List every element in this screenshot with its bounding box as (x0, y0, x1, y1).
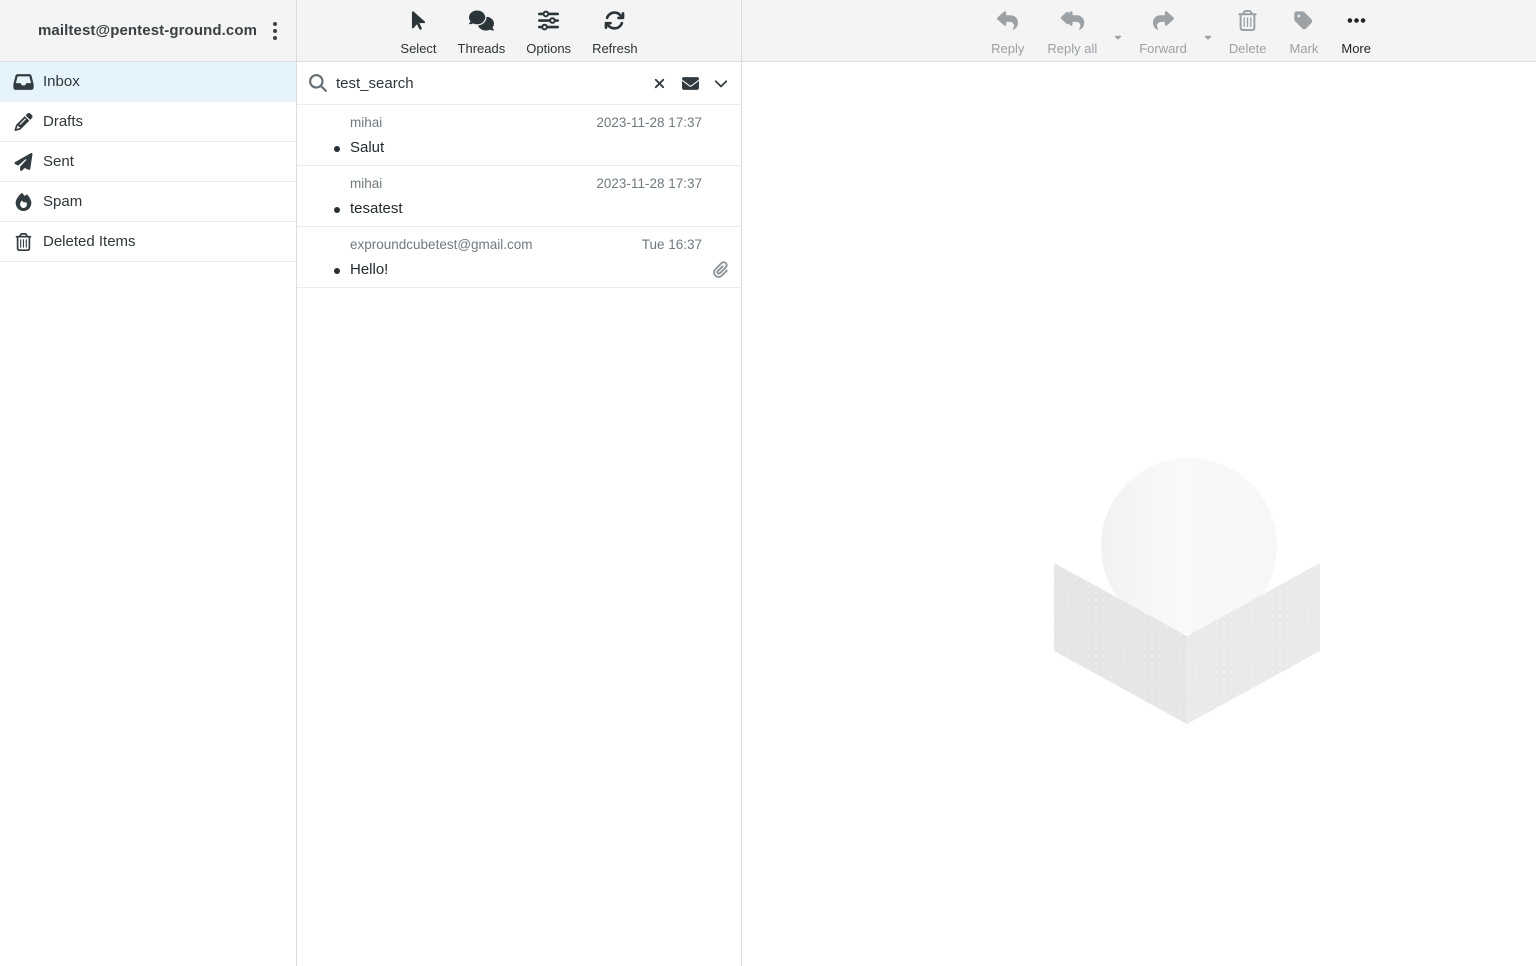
message-subject: tesatest (350, 199, 702, 219)
message-row[interactable]: mihai 2023-11-28 17:37 tesatest (297, 166, 741, 227)
more-button-label: More (1341, 42, 1371, 55)
forward-dropdown-caret-icon[interactable] (1201, 30, 1215, 44)
sidebar-item-label: Spam (43, 193, 82, 210)
search-bar (297, 62, 741, 105)
options-button[interactable]: Options (517, 6, 580, 55)
message-date: 2023-11-28 17:37 (596, 175, 702, 193)
more-button[interactable]: More (1332, 6, 1380, 55)
sidebar-item-inbox[interactable]: Inbox (0, 62, 296, 102)
search-options-chevron-down-icon[interactable] (712, 74, 730, 92)
message-sender: mihai (350, 175, 382, 193)
message-row[interactable]: mihai 2023-11-28 17:37 Salut (297, 105, 741, 166)
search-input[interactable] (336, 75, 641, 92)
unread-dot (334, 207, 340, 213)
mark-button-label: Mark (1289, 42, 1318, 55)
select-button[interactable]: Select (391, 6, 445, 55)
tag-icon (1291, 10, 1316, 36)
reply-all-button[interactable]: Reply all (1038, 6, 1106, 55)
reply-button[interactable]: Reply (982, 6, 1033, 55)
sidebar-item-spam[interactable]: Spam (0, 182, 296, 222)
paperclip-icon (713, 261, 730, 278)
message-date: Tue 16:37 (642, 236, 702, 254)
sidebar-item-label: Deleted Items (43, 233, 136, 250)
sidebar-item-drafts[interactable]: Drafts (0, 102, 296, 142)
message-sender: exproundcubetest@gmail.com (350, 236, 533, 254)
reply-icon (995, 10, 1020, 36)
comments-icon (469, 10, 494, 36)
message-content-pane: Reply Reply all Forward (742, 0, 1536, 966)
message-list: mihai 2023-11-28 17:37 Salut mihai 2023-… (297, 105, 741, 288)
arrows-rotate-icon (602, 10, 627, 36)
arrow-pointer-icon (406, 10, 431, 36)
roundcube-logo-watermark (1052, 458, 1322, 724)
delete-button-label: Delete (1229, 42, 1267, 55)
inbox-icon (12, 72, 34, 92)
clear-search-icon[interactable] (650, 74, 669, 93)
sidebar-item-label: Drafts (43, 113, 83, 130)
ellipsis-icon (1344, 10, 1369, 36)
paper-plane-icon (12, 152, 34, 172)
unread-dot (334, 146, 340, 152)
message-toolbar: Reply Reply all Forward (742, 0, 1536, 62)
account-header: mailtest@pentest-ground.com (0, 0, 296, 62)
fire-icon (12, 192, 34, 212)
account-email: mailtest@pentest-ground.com (38, 22, 264, 39)
threads-button[interactable]: Threads (449, 6, 515, 55)
reply-all-dropdown-caret-icon[interactable] (1111, 30, 1125, 44)
message-sender: mihai (350, 114, 382, 132)
forward-icon (1151, 10, 1176, 36)
message-date: 2023-11-28 17:37 (596, 114, 702, 132)
refresh-button[interactable]: Refresh (583, 6, 647, 55)
refresh-button-label: Refresh (592, 42, 638, 55)
sliders-icon (536, 10, 561, 36)
delete-button[interactable]: Delete (1220, 6, 1276, 55)
mark-button[interactable]: Mark (1280, 6, 1327, 55)
reply-all-icon (1060, 10, 1085, 36)
threads-button-label: Threads (458, 42, 506, 55)
webmail-app: mailtest@pentest-ground.com Inbox Drafts (0, 0, 1536, 966)
message-row[interactable]: exproundcubetest@gmail.com Tue 16:37 Hel… (297, 227, 741, 288)
sidebar-item-label: Sent (43, 153, 74, 170)
message-subject: Salut (350, 138, 702, 158)
sidebar-item-deleted-items[interactable]: Deleted Items (0, 222, 296, 262)
folders-sidebar: mailtest@pentest-ground.com Inbox Drafts (0, 0, 297, 966)
search-icon (309, 74, 327, 92)
folder-list: Inbox Drafts Sent Spam (0, 62, 296, 262)
message-list-column: Select Threads Options Refresh (297, 0, 742, 966)
kebab-vertical-icon[interactable] (264, 16, 286, 46)
select-button-label: Select (400, 42, 436, 55)
trash-icon (12, 232, 34, 252)
forward-button-label: Forward (1139, 42, 1187, 55)
search-scope-envelope-icon[interactable] (678, 73, 703, 94)
message-subject: Hello! (350, 260, 702, 280)
pencil-icon (12, 112, 34, 132)
message-viewer (742, 62, 1536, 966)
forward-button[interactable]: Forward (1130, 6, 1196, 55)
list-toolbar: Select Threads Options Refresh (297, 0, 741, 62)
sidebar-item-label: Inbox (43, 73, 80, 90)
trash-icon (1235, 10, 1260, 36)
sidebar-item-sent[interactable]: Sent (0, 142, 296, 182)
unread-dot (334, 268, 340, 274)
options-button-label: Options (526, 42, 571, 55)
reply-button-label: Reply (991, 42, 1024, 55)
reply-all-button-label: Reply all (1047, 42, 1097, 55)
